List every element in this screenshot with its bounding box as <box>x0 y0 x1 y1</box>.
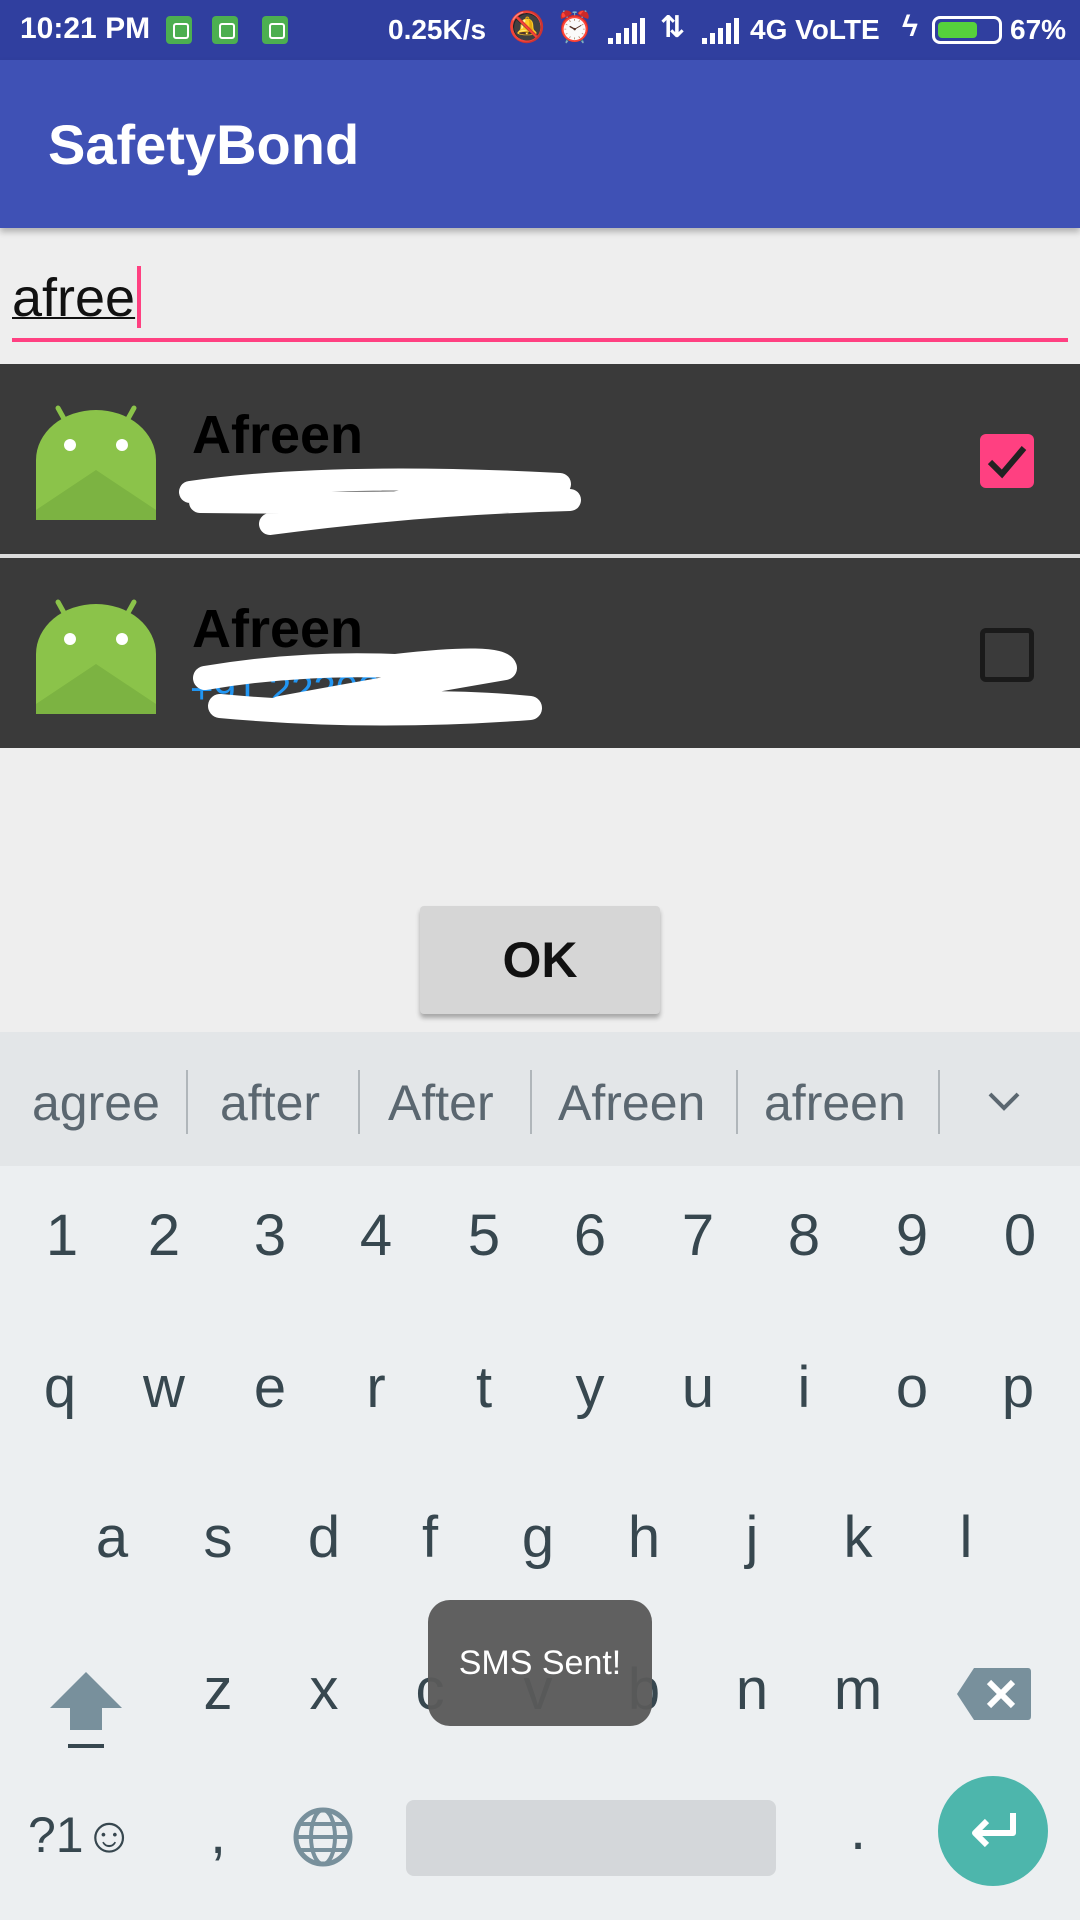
suggestion-item[interactable]: agree <box>32 1074 160 1132</box>
key-t[interactable]: t <box>444 1354 524 1421</box>
key-m[interactable]: m <box>818 1656 898 1723</box>
android-icon <box>36 599 156 714</box>
key-2[interactable]: 2 <box>124 1202 204 1269</box>
status-time: 10:21 PM <box>20 12 151 45</box>
suggestion-divider <box>358 1070 360 1134</box>
signal-icon <box>702 18 739 44</box>
enter-key[interactable] <box>938 1776 1048 1886</box>
status-battery-percent: 67% <box>1010 14 1067 45</box>
silent-icon: 🔕 <box>508 11 546 44</box>
key-r[interactable]: r <box>336 1354 416 1421</box>
suggestion-item[interactable]: After <box>388 1074 494 1132</box>
key-6[interactable]: 6 <box>550 1202 630 1269</box>
key-7[interactable]: 7 <box>658 1202 738 1269</box>
android-icon <box>36 405 156 520</box>
key-period[interactable]: . <box>818 1796 898 1863</box>
key-x[interactable]: x <box>284 1656 364 1723</box>
space-key[interactable] <box>406 1800 776 1876</box>
notification-app-icon <box>262 16 288 44</box>
notification-app-icon <box>212 16 238 44</box>
key-4[interactable]: 4 <box>336 1202 416 1269</box>
key-3[interactable]: 3 <box>230 1202 310 1269</box>
suggestion-item[interactable]: afreen <box>764 1074 906 1132</box>
app-bar: SafetyBond <box>0 60 1080 228</box>
shift-key[interactable] <box>46 1666 126 1750</box>
key-5[interactable]: 5 <box>444 1202 524 1269</box>
contact-name: Afreen <box>192 405 364 465</box>
key-w[interactable]: w <box>124 1354 204 1421</box>
key-l[interactable]: l <box>926 1504 1006 1571</box>
key-q[interactable]: q <box>20 1354 100 1421</box>
contact-checkbox[interactable] <box>980 628 1034 682</box>
redaction-scribble <box>179 468 581 535</box>
key-s[interactable]: s <box>178 1504 258 1571</box>
status-network: 4G VoLTE <box>750 14 880 45</box>
battery-level-fill <box>938 22 977 38</box>
key-j[interactable]: j <box>712 1504 792 1571</box>
suggestion-item[interactable]: after <box>220 1074 320 1132</box>
notification-app-icon <box>166 16 192 44</box>
contact-phone: +91 22202 92 <box>190 668 436 712</box>
backspace-icon[interactable] <box>956 1666 1032 1722</box>
key-h[interactable]: h <box>604 1504 684 1571</box>
key-d[interactable]: d <box>284 1504 364 1571</box>
key-u[interactable]: u <box>658 1354 738 1421</box>
key-1[interactable]: 1 <box>22 1202 102 1269</box>
key-g[interactable]: g <box>498 1504 578 1571</box>
key-f[interactable]: f <box>390 1504 470 1571</box>
toast-message: SMS Sent! <box>428 1600 652 1726</box>
key-8[interactable]: 8 <box>764 1202 844 1269</box>
chevron-down-icon[interactable] <box>986 1084 1022 1120</box>
status-net-speed: 0.25K/s <box>388 14 487 45</box>
globe-icon[interactable] <box>292 1806 354 1868</box>
key-z[interactable]: z <box>178 1656 258 1723</box>
contact-phone: +91 82 <box>190 474 314 518</box>
signal-icon <box>608 18 645 44</box>
key-o[interactable]: o <box>872 1354 952 1421</box>
suggestion-divider <box>186 1070 188 1134</box>
search-input-value: afree <box>12 268 136 328</box>
key-e[interactable]: e <box>230 1354 310 1421</box>
key-p[interactable]: p <box>978 1354 1058 1421</box>
key-n[interactable]: n <box>712 1656 792 1723</box>
enter-icon <box>972 1813 1016 1848</box>
suggestion-divider <box>938 1070 940 1134</box>
key-comma[interactable]: , <box>178 1800 258 1867</box>
suggestion-item[interactable]: Afreen <box>558 1074 705 1132</box>
key-i[interactable]: i <box>764 1354 844 1421</box>
contact-row[interactable]: Afreen +91 22202 92 <box>0 558 1080 748</box>
charging-icon: ϟ <box>902 10 918 43</box>
alarm-icon: ⏰ <box>556 11 594 44</box>
key-y[interactable]: y <box>550 1354 630 1421</box>
symbols-key[interactable]: ?1☺ <box>28 1806 135 1864</box>
status-bar: 10:21 PM 0.25K/s 🔕 ⏰ ⇅ 4G VoLTE ϟ 67% <box>0 0 1080 60</box>
redaction-scribble <box>193 648 542 726</box>
text-cursor <box>137 266 142 328</box>
search-input[interactable]: afree <box>12 250 1068 342</box>
suggestion-divider <box>736 1070 738 1134</box>
contact-name: Afreen <box>192 599 364 659</box>
battery-icon <box>932 16 1002 44</box>
contact-checkbox[interactable] <box>980 434 1034 488</box>
app-title: SafetyBond <box>48 113 360 176</box>
key-a[interactable]: a <box>72 1504 152 1571</box>
suggestion-bar: agree after After Afreen afreen <box>0 1032 1080 1166</box>
check-icon <box>987 446 1027 479</box>
suggestion-divider <box>530 1070 532 1134</box>
ok-button[interactable]: OK <box>420 906 660 1014</box>
data-arrows-icon: ⇅ <box>660 11 686 44</box>
contact-row[interactable]: Afreen +91 82 <box>0 364 1080 554</box>
key-9[interactable]: 9 <box>872 1202 952 1269</box>
key-k[interactable]: k <box>818 1504 898 1571</box>
key-0[interactable]: 0 <box>980 1202 1060 1269</box>
